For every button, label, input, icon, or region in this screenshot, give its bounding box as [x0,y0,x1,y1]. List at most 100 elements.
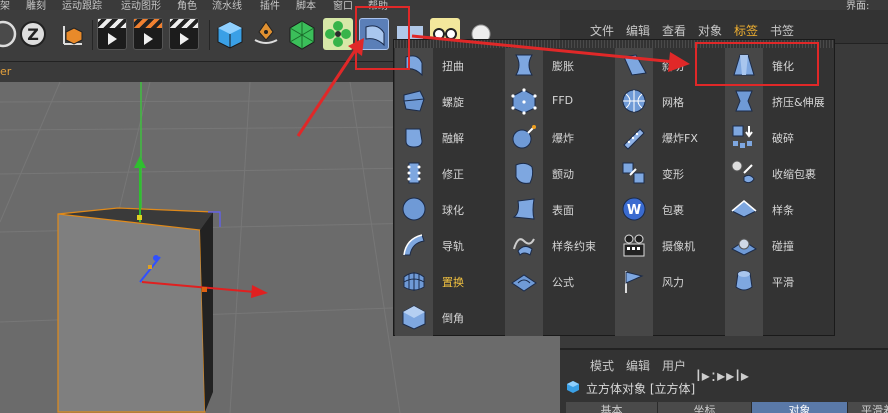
menu-item-spherify[interactable]: 球化 [400,192,500,228]
coordinate-system-icon[interactable] [56,18,86,50]
spline-wrap-icon [510,231,538,259]
menu-item-surface[interactable]: 表面 [510,192,610,228]
menu-item-twist[interactable]: 扭曲 [400,48,500,84]
render-picture-icon[interactable] [133,18,163,50]
menu-item[interactable]: 脚本 [296,0,316,10]
menu-item-shatter[interactable]: 破碎 [730,120,830,156]
spline-icon [730,195,758,223]
object-title: 立方体对象 [立方体] [586,382,696,396]
menu-item[interactable]: 雕刻 [26,0,46,10]
menu-item[interactable]: 流水线 [212,0,242,10]
menu-item-explosion-fx[interactable]: 爆炸FX [620,120,720,156]
svg-text:W: W [627,203,641,218]
viewport-label: er [0,65,12,78]
shear-icon [620,51,648,79]
squash-stretch-icon [730,87,758,115]
undo-tool-icon[interactable] [0,18,18,50]
menu-item[interactable]: 运动图形 [121,0,161,10]
shrink-wrap-icon [730,159,758,187]
rail-icon [400,231,428,259]
menu-item-correction[interactable]: 修正 [400,156,500,192]
cube-object [57,207,214,413]
menu-item-taper[interactable]: 锥化 [730,48,830,84]
formula-icon [510,267,538,295]
menu-item-spline[interactable]: 样条 [730,192,830,228]
tab-file[interactable]: 文件 [590,22,614,39]
tab-view[interactable]: 查看 [662,22,686,39]
menu-item-displace[interactable]: 置换 [400,264,500,300]
menu-item-collision[interactable]: 碰撞 [730,228,830,264]
menu-item-spline-wrap[interactable]: 样条约束 [510,228,610,264]
attr-tab-object[interactable]: 对象 [752,402,848,413]
render-view-icon[interactable] [97,18,127,50]
menu-item-camera[interactable]: 摄像机 [620,228,720,264]
menu-item[interactable]: 角色 [177,0,197,10]
displace-icon [400,267,428,295]
tab-attr-edit[interactable]: 编辑 [626,357,650,374]
ffd-icon [510,87,538,115]
z-axis-icon[interactable]: Z [18,18,48,50]
subdivision-icon[interactable] [287,18,317,50]
tab-tags[interactable]: 标签 [734,22,758,39]
menu-item[interactable]: 架 [0,0,10,10]
explode-icon [510,123,538,151]
menu-item-bulge[interactable]: 膨胀 [510,48,610,84]
attr-tab-smoothing[interactable]: 平滑着 [848,402,888,413]
array-icon[interactable] [323,18,353,50]
wrap-icon: W [620,195,648,223]
menu-item-shrink-wrap[interactable]: 收缩包裹 [730,156,830,192]
menu-item-formula[interactable]: 公式 [510,264,610,300]
menu-item[interactable]: 插件 [260,0,280,10]
attr-tab-basic[interactable]: 基本 [566,402,658,413]
wind-icon [620,267,648,295]
menu-item[interactable]: 帮助 [368,0,388,10]
explosion-fx-icon [620,123,648,151]
svg-text:Z: Z [27,25,39,44]
spherify-icon [400,195,428,223]
menu-item-melt[interactable]: 融解 [400,120,500,156]
bevel-icon [400,303,428,331]
menu-item-explode[interactable]: 爆炸 [510,120,610,156]
menu-item-rail[interactable]: 导轨 [400,228,500,264]
helix-icon [400,87,428,115]
attribute-tabs: 基本 坐标 对象 平滑着 [566,402,888,413]
menu-item-wrap[interactable]: W 包裹 [620,192,720,228]
attr-tab-coord[interactable]: 坐标 [658,402,752,413]
tab-object[interactable]: 对象 [698,22,722,39]
bulge-icon [510,51,538,79]
menu-item-wind[interactable]: 风力 [620,264,720,300]
menu-item-mesh[interactable]: 网格 [620,84,720,120]
menu-item-jiggle[interactable]: 颤动 [510,156,610,192]
deformer-tool-icon[interactable] [359,18,389,50]
taper-icon [730,51,758,79]
menu-item-morph[interactable]: 变形 [620,156,720,192]
mesh-icon [620,87,648,115]
cube-icon[interactable] [215,18,245,50]
menu-item-shear[interactable]: 斜切 [620,48,720,84]
tab-user[interactable]: 用户 [662,357,686,374]
melt-icon [400,123,428,151]
menu-item-smoothing[interactable]: 平滑 [730,264,830,300]
correction-icon [400,159,428,187]
pen-icon[interactable] [251,18,281,50]
tab-bookmarks[interactable]: 书签 [770,22,794,39]
morph-icon [620,159,648,187]
menu-item-ffd[interactable]: FFD [510,84,610,120]
render-settings-icon[interactable] [169,18,199,50]
tab-edit[interactable]: 编辑 [626,22,650,39]
shatter-icon [730,123,758,151]
menu-item-squash-stretch[interactable]: 挤压&伸展 [730,84,830,120]
menu-item[interactable]: 窗口 [333,0,353,10]
menu-item-bevel[interactable]: 倒角 [400,300,500,336]
camera-deformer-icon [620,231,648,259]
attributes-panel: 模式 编辑 用户 立方体对象 [立方体] 基本 坐标 对象 平滑着 [560,348,888,413]
layout-label: 界面: [846,1,870,10]
menu-item-helix[interactable]: 螺旋 [400,84,500,120]
deformer-menu: 扭曲 螺旋 融解 修正 球化 导轨 置换 倒角 膨胀 FFD 爆炸 颤动 表面 … [393,39,835,336]
menu-item[interactable]: 运动跟踪 [62,0,102,10]
twist-icon [400,51,428,79]
cube-object-icon [567,381,579,393]
menu-drag-handle[interactable] [394,40,834,48]
tab-mode[interactable]: 模式 [590,357,614,374]
collision-icon [730,231,758,259]
